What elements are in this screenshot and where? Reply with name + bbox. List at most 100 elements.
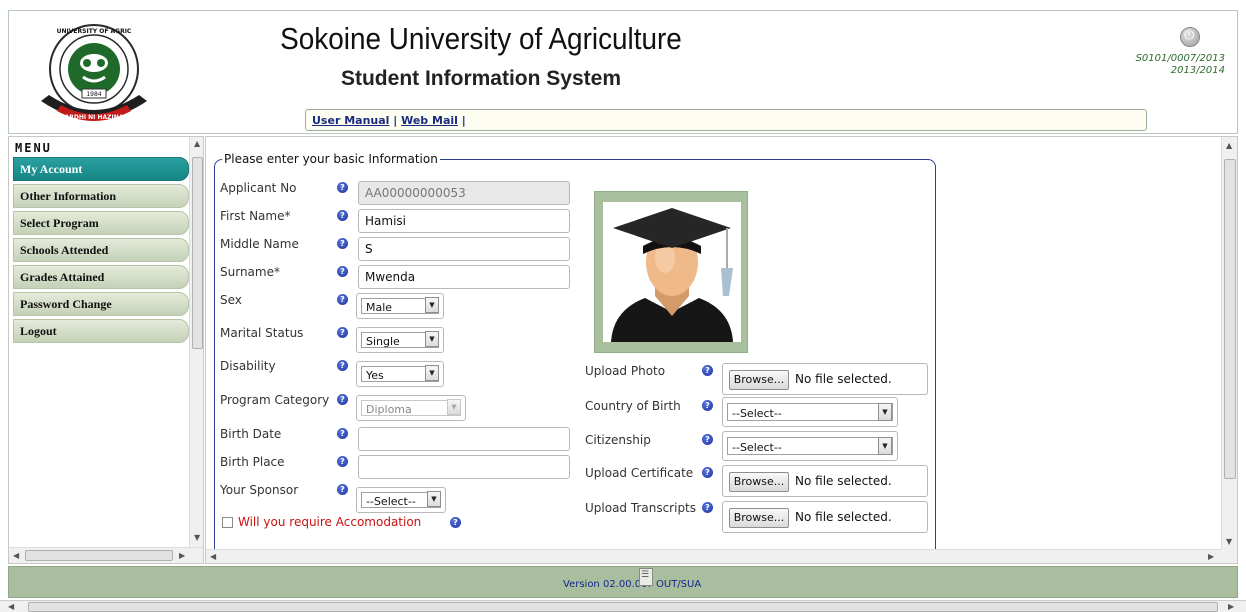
scroll-thumb[interactable]	[28, 602, 1218, 612]
scroll-right-icon[interactable]: ▶	[1208, 552, 1214, 561]
menu-title: MENU	[15, 141, 52, 155]
help-icon[interactable]: ?	[337, 327, 348, 338]
photo-frame	[594, 191, 748, 353]
sponsor-select[interactable]: --Select-- ▼	[356, 487, 446, 513]
chevron-down-icon[interactable]: ▼	[425, 331, 439, 347]
link-separator: |	[389, 114, 402, 127]
menu-horizontal-scrollbar[interactable]: ◀ ▶	[9, 547, 203, 563]
main-horizontal-scrollbar[interactable]: ◀ ▶	[206, 549, 1222, 563]
graduate-avatar-icon	[603, 202, 741, 342]
transcripts-file-name: No file selected.	[795, 510, 892, 524]
chevron-down-icon[interactable]: ▼	[425, 297, 439, 313]
help-icon[interactable]: ?	[702, 365, 713, 376]
link-bar: User Manual | Web Mail |	[305, 109, 1147, 131]
upload-transcripts-field[interactable]: Browse... No file selected.	[722, 501, 928, 533]
upload-certificate-label: Upload Certificate	[585, 466, 694, 480]
user-manual-link[interactable]: User Manual	[312, 114, 389, 127]
help-icon[interactable]: ?	[702, 400, 713, 411]
menu-item-logout[interactable]: Logout	[13, 319, 189, 343]
help-icon[interactable]: ?	[337, 360, 348, 371]
middle-name-input[interactable]: S	[358, 237, 570, 261]
scroll-up-icon[interactable]: ▲	[194, 139, 200, 148]
version-text: Version 02.00.00:	[563, 579, 651, 590]
scroll-up-icon[interactable]: ▲	[1226, 141, 1232, 150]
menu-panel: MENU My Account Other Information Select…	[8, 136, 204, 564]
help-icon[interactable]: ?	[702, 502, 713, 513]
scroll-left-icon[interactable]: ◀	[13, 551, 19, 560]
disability-select[interactable]: Yes ▼	[356, 361, 444, 387]
scroll-thumb[interactable]	[25, 550, 173, 561]
help-icon[interactable]: ?	[337, 394, 348, 405]
power-icon[interactable]	[1180, 27, 1200, 47]
help-icon[interactable]: ?	[337, 238, 348, 249]
browse-certificate-button[interactable]: Browse...	[729, 472, 789, 492]
logo-motto: ARDHI NI HAZINA	[65, 114, 124, 121]
academic-year: 2013/2014	[1170, 65, 1225, 76]
birth-date-input[interactable]	[358, 427, 570, 451]
upload-transcripts-label: Upload Transcripts	[585, 501, 697, 515]
sex-select[interactable]: Male ▼	[356, 293, 444, 319]
birth-date-label: Birth Date	[220, 427, 282, 441]
program-category-label: Program Category	[220, 393, 330, 407]
org-text: OUT/SUA	[656, 579, 702, 590]
country-of-birth-select[interactable]: --Select-- ▼	[722, 397, 898, 427]
accommodation-checkbox[interactable]	[222, 517, 233, 528]
scroll-thumb[interactable]	[1224, 159, 1236, 479]
scroll-thumb[interactable]	[192, 157, 203, 349]
menu-item-other-information[interactable]: Other Information	[13, 184, 189, 208]
help-icon[interactable]: ?	[337, 210, 348, 221]
citizenship-select[interactable]: --Select-- ▼	[722, 431, 898, 461]
scroll-down-icon[interactable]: ▼	[194, 533, 200, 542]
browse-transcripts-button[interactable]: Browse...	[729, 508, 789, 528]
scroll-left-icon[interactable]: ◀	[8, 602, 14, 611]
scroll-down-icon[interactable]: ▼	[1226, 537, 1232, 546]
chevron-down-icon[interactable]: ▼	[427, 491, 441, 507]
menu-item-select-program[interactable]: Select Program	[13, 211, 189, 235]
menu-vertical-scrollbar[interactable]: ▲ ▼	[189, 137, 203, 547]
chevron-down-icon[interactable]: ▼	[425, 365, 439, 381]
menu-item-schools-attended[interactable]: Schools Attended	[13, 238, 189, 262]
menu-item-grades-attained[interactable]: Grades Attained	[13, 265, 189, 289]
help-icon[interactable]: ?	[450, 517, 461, 528]
help-icon[interactable]: ?	[337, 266, 348, 277]
scroll-right-icon[interactable]: ▶	[179, 551, 185, 560]
surname-input[interactable]: Mwenda	[358, 265, 570, 289]
first-name-label: First Name*	[220, 209, 291, 223]
help-icon[interactable]: ?	[337, 456, 348, 467]
upload-certificate-field[interactable]: Browse... No file selected.	[722, 465, 928, 497]
browse-photo-button[interactable]: Browse...	[729, 370, 789, 390]
footer: Version 02.00.00: OUT/SUA	[8, 566, 1238, 598]
birth-place-label: Birth Place	[220, 455, 285, 469]
menu-item-my-account[interactable]: My Account	[13, 157, 189, 181]
main-content: Please enter your basic Information Appl…	[205, 136, 1238, 564]
country-of-birth-label: Country of Birth	[585, 399, 681, 413]
chevron-down-icon[interactable]: ▼	[878, 403, 892, 421]
upload-photo-field[interactable]: Browse... No file selected.	[722, 363, 928, 395]
help-icon[interactable]: ?	[337, 182, 348, 193]
birth-place-input[interactable]	[358, 455, 570, 479]
help-icon[interactable]: ?	[337, 428, 348, 439]
chevron-down-icon[interactable]: ▼	[878, 437, 892, 455]
page-horizontal-scrollbar[interactable]: ◀ ▶	[0, 600, 1246, 612]
applicant-no-input: AA00000000053	[358, 181, 570, 205]
help-icon[interactable]: ?	[337, 484, 348, 495]
certificate-file-name: No file selected.	[795, 474, 892, 488]
help-icon[interactable]: ?	[702, 467, 713, 478]
middle-name-label: Middle Name	[220, 237, 299, 251]
help-icon[interactable]: ?	[337, 294, 348, 305]
chevron-down-icon: ▼	[447, 399, 461, 415]
page-subtitle: Student Information System	[340, 67, 622, 90]
page-title: Sokoine University of Agriculture	[280, 21, 682, 56]
document-icon	[639, 568, 653, 586]
help-icon[interactable]: ?	[702, 434, 713, 445]
menu-item-password-change[interactable]: Password Change	[13, 292, 189, 316]
fieldset-legend: Please enter your basic Information	[222, 152, 440, 166]
main-vertical-scrollbar[interactable]: ▲ ▼	[1221, 137, 1237, 563]
program-category-value: Diploma	[361, 400, 461, 416]
marital-status-select[interactable]: Single ▼	[356, 327, 444, 353]
scroll-left-icon[interactable]: ◀	[210, 552, 216, 561]
user-info: S0101/0007/2013 2013/2014	[1136, 53, 1225, 77]
scroll-right-icon[interactable]: ▶	[1228, 602, 1234, 611]
first-name-input[interactable]: Hamisi	[358, 209, 570, 233]
web-mail-link[interactable]: Web Mail	[401, 114, 458, 127]
